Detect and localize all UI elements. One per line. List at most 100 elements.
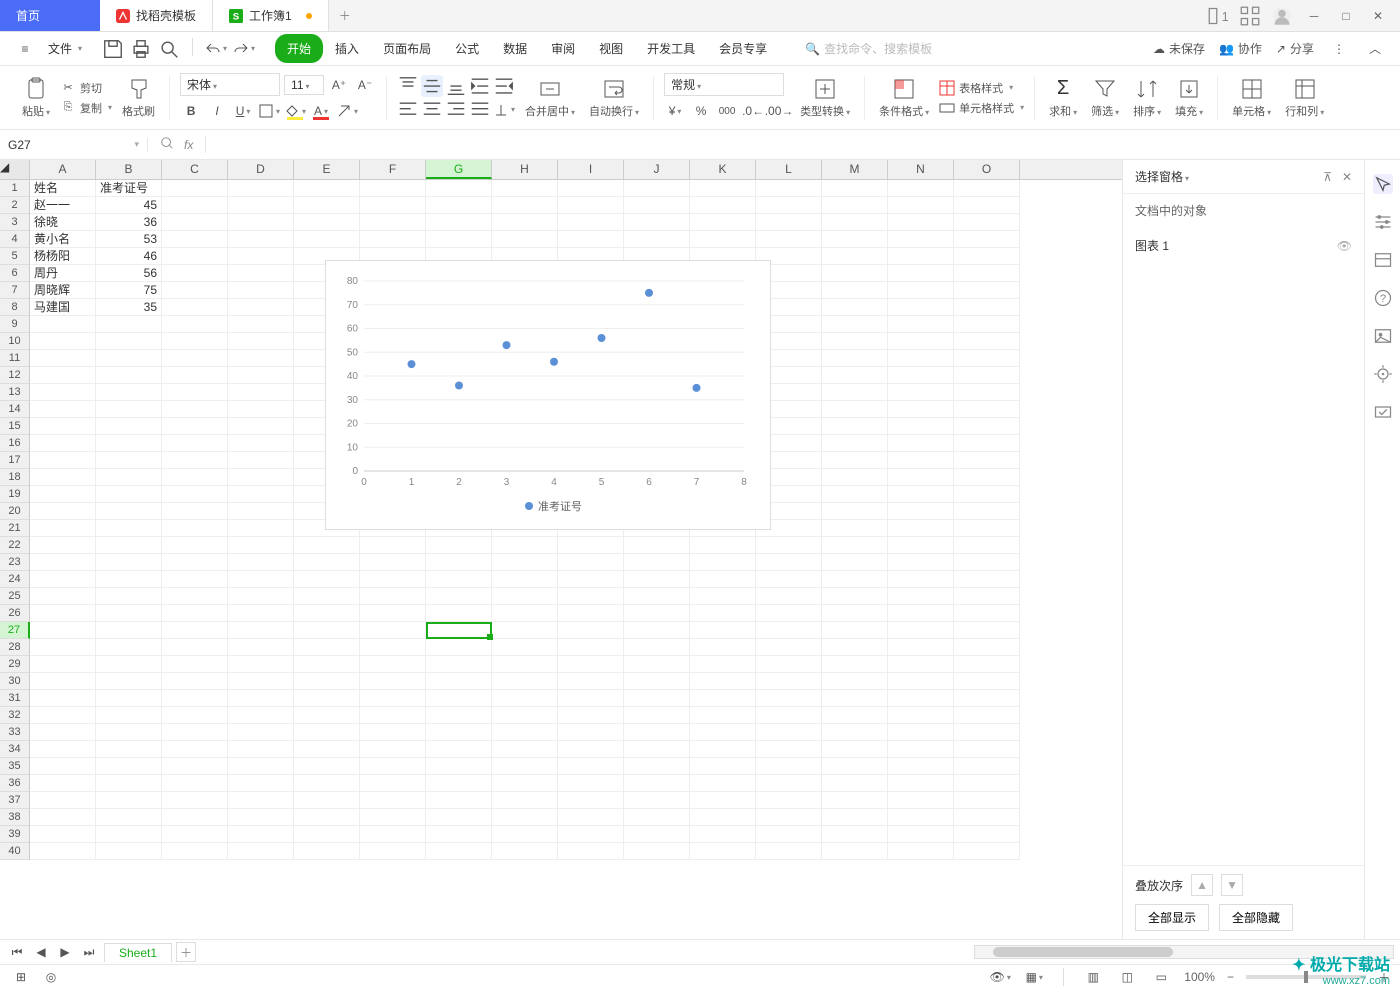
cell[interactable] (624, 214, 690, 231)
cell[interactable] (30, 384, 96, 401)
cell[interactable] (426, 571, 492, 588)
cell[interactable] (888, 469, 954, 486)
row-header[interactable]: 24 (0, 571, 30, 588)
cell[interactable] (426, 673, 492, 690)
cell[interactable] (162, 622, 228, 639)
cell[interactable] (888, 520, 954, 537)
cell[interactable] (162, 724, 228, 741)
cell[interactable] (228, 265, 294, 282)
add-sheet-button[interactable]: ＋ (176, 942, 196, 962)
cell[interactable] (30, 724, 96, 741)
row-header[interactable]: 30 (0, 673, 30, 690)
cell[interactable] (822, 673, 888, 690)
cell[interactable] (30, 554, 96, 571)
cell[interactable] (822, 316, 888, 333)
cell[interactable] (822, 724, 888, 741)
cell[interactable] (360, 792, 426, 809)
cell[interactable] (954, 265, 1020, 282)
cell[interactable] (558, 656, 624, 673)
cell[interactable] (624, 673, 690, 690)
cell[interactable] (558, 673, 624, 690)
cell[interactable] (888, 537, 954, 554)
cell[interactable] (162, 520, 228, 537)
paste-button[interactable]: 粘贴 (18, 75, 54, 121)
cell[interactable] (228, 435, 294, 452)
align-middle-icon[interactable] (421, 75, 443, 97)
redo-icon[interactable] (233, 38, 255, 60)
cell[interactable] (96, 690, 162, 707)
cell[interactable] (558, 724, 624, 741)
cell[interactable] (624, 571, 690, 588)
cell[interactable] (558, 554, 624, 571)
row-header[interactable]: 22 (0, 537, 30, 554)
cell[interactable]: 黄小名 (30, 231, 96, 248)
name-box[interactable]: G27▾ (0, 138, 148, 152)
cell[interactable] (888, 248, 954, 265)
cell[interactable]: 马建国 (30, 299, 96, 316)
cell[interactable] (888, 639, 954, 656)
cell[interactable] (360, 775, 426, 792)
cell[interactable] (162, 656, 228, 673)
cell[interactable] (96, 775, 162, 792)
cell[interactable] (888, 588, 954, 605)
row-header[interactable]: 15 (0, 418, 30, 435)
cell[interactable] (822, 231, 888, 248)
cell[interactable] (954, 214, 1020, 231)
cell[interactable] (228, 622, 294, 639)
cell[interactable] (30, 639, 96, 656)
cell[interactable] (96, 741, 162, 758)
menu-icon[interactable]: ≡ (14, 38, 36, 60)
cell[interactable] (954, 622, 1020, 639)
status-a-icon[interactable]: ⊞ (10, 966, 32, 988)
cell[interactable] (360, 180, 426, 197)
border-icon[interactable] (258, 100, 280, 122)
unsaved-button[interactable]: ☁未保存 (1153, 40, 1205, 57)
cell[interactable] (558, 180, 624, 197)
cell[interactable] (228, 588, 294, 605)
cell[interactable] (822, 741, 888, 758)
cell[interactable] (954, 843, 1020, 860)
cell[interactable] (162, 299, 228, 316)
cell[interactable] (690, 673, 756, 690)
cell[interactable] (294, 809, 360, 826)
cell[interactable] (162, 571, 228, 588)
view-normal-icon[interactable]: ▥ (1082, 966, 1104, 988)
cell[interactable] (888, 622, 954, 639)
cell[interactable] (822, 435, 888, 452)
cell[interactable] (96, 809, 162, 826)
fill-color-icon[interactable] (284, 100, 306, 122)
align-left-icon[interactable] (397, 99, 419, 121)
cell[interactable] (756, 571, 822, 588)
print-icon[interactable] (130, 38, 152, 60)
cell[interactable] (492, 673, 558, 690)
cell[interactable] (294, 843, 360, 860)
cell[interactable] (360, 214, 426, 231)
cell[interactable] (294, 673, 360, 690)
tools-rail-icon[interactable] (1373, 250, 1393, 270)
cell[interactable] (558, 809, 624, 826)
cell[interactable] (690, 656, 756, 673)
cell[interactable] (228, 537, 294, 554)
type-convert-button[interactable]: 类型转换 (796, 75, 854, 121)
zoom-slider[interactable] (1246, 975, 1366, 979)
increase-decimal-icon[interactable]: .0← (742, 100, 764, 122)
select-tool-icon[interactable] (1373, 174, 1393, 194)
cell[interactable] (954, 809, 1020, 826)
cell[interactable] (294, 214, 360, 231)
cell[interactable]: 杨杨阳 (30, 248, 96, 265)
cell[interactable] (888, 231, 954, 248)
cell[interactable] (228, 554, 294, 571)
cell[interactable] (954, 792, 1020, 809)
avatar-icon[interactable] (1272, 6, 1292, 26)
row-header[interactable]: 37 (0, 792, 30, 809)
cell[interactable] (492, 197, 558, 214)
cell[interactable] (360, 656, 426, 673)
col-header[interactable]: A (30, 160, 96, 179)
cell[interactable] (30, 673, 96, 690)
ribbon-tab-layout[interactable]: 页面布局 (371, 34, 443, 63)
cell[interactable] (954, 537, 1020, 554)
cell[interactable] (96, 469, 162, 486)
cell[interactable] (96, 333, 162, 350)
italic-icon[interactable]: I (206, 100, 228, 122)
ribbon-tab-review[interactable]: 审阅 (539, 34, 587, 63)
